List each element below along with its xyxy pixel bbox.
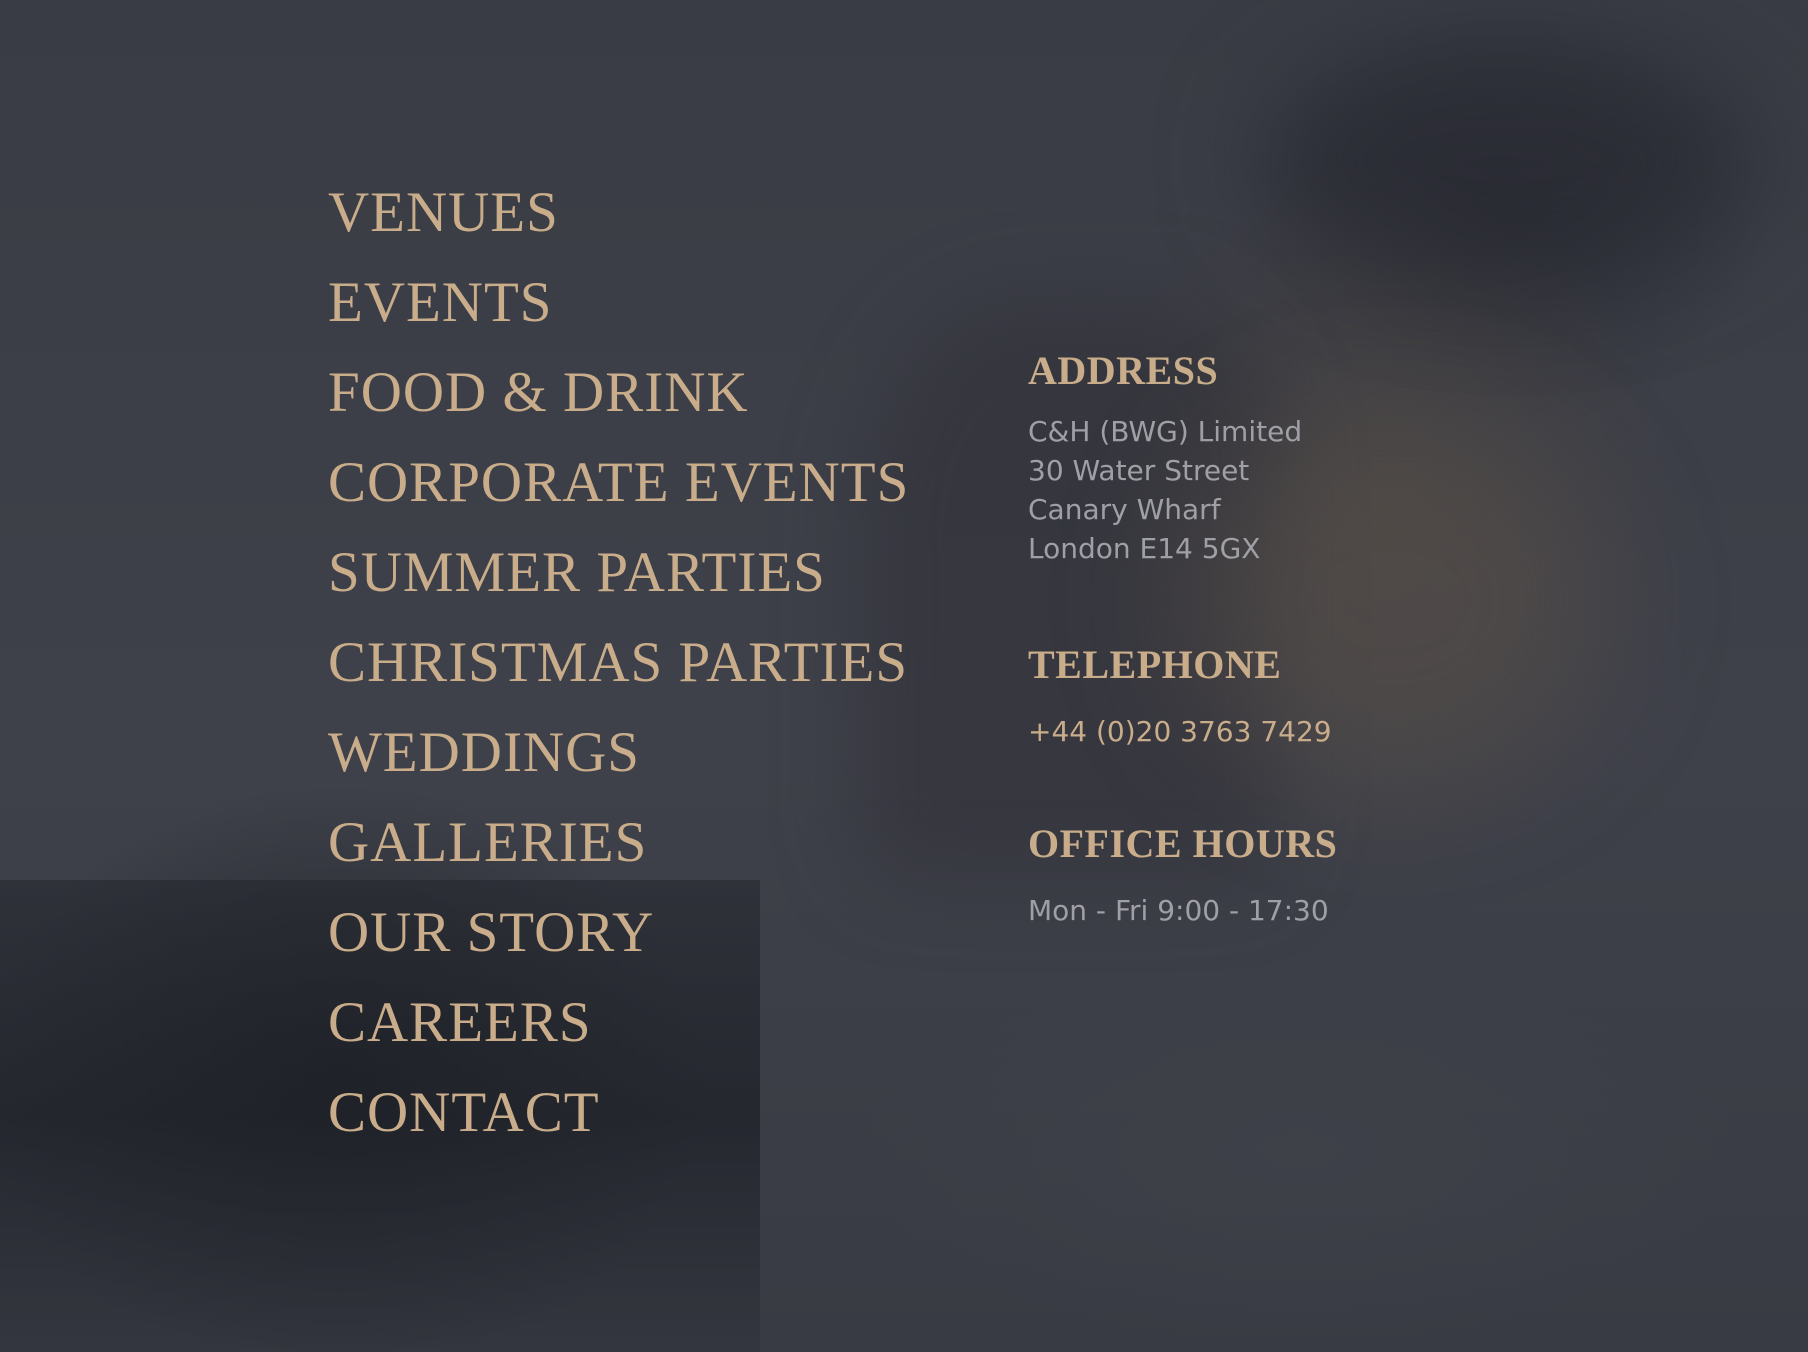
nav-list-item: CONTACT <box>328 1078 909 1168</box>
nav-list-item: VENUES <box>328 178 909 268</box>
nav-item-our-story[interactable]: OUR STORY <box>328 898 909 988</box>
contact-info-panel: ADDRESS C&H (BWG) Limited 30 Water Stree… <box>1028 346 1548 930</box>
office-hours-text: Mon - Fri 9:00 - 17:30 <box>1028 894 1329 927</box>
nav-item-venues[interactable]: VENUES <box>328 178 909 268</box>
nav-item-corporate-events[interactable]: CORPORATE EVENTS <box>328 448 909 538</box>
telephone-link[interactable]: +44 (0)20 3763 7429 <box>1028 712 1548 751</box>
address-block: C&H (BWG) Limited 30 Water Street Canary… <box>1028 412 1548 568</box>
nav-list-item: WEDDINGS <box>328 718 909 808</box>
nav-item-events[interactable]: EVENTS <box>328 268 909 358</box>
background-dark-area <box>1260 40 1760 280</box>
nav-list-item: OUR STORY <box>328 898 909 988</box>
nav-menu: VENUES EVENTS FOOD & DRINK CORPORATE EVE… <box>328 178 909 1168</box>
nav-list-item: CHRISTMAS PARTIES <box>328 628 909 718</box>
nav-list-item: FOOD & DRINK <box>328 358 909 448</box>
telephone-heading: TELEPHONE <box>1028 642 1282 687</box>
nav-list-item: SUMMER PARTIES <box>328 538 909 628</box>
nav-item-weddings[interactable]: WEDDINGS <box>328 718 909 808</box>
nav-item-careers[interactable]: CAREERS <box>328 988 909 1078</box>
nav-list-item: CORPORATE EVENTS <box>328 448 909 538</box>
nav-list-item: CAREERS <box>328 988 909 1078</box>
nav-item-summer-parties[interactable]: SUMMER PARTIES <box>328 538 909 628</box>
address-line-city-postcode: London E14 5GX <box>1028 532 1261 565</box>
office-hours-heading: OFFICE HOURS <box>1028 821 1338 866</box>
address-line-street: 30 Water Street <box>1028 454 1250 487</box>
nav-item-christmas-parties[interactable]: CHRISTMAS PARTIES <box>328 628 909 718</box>
address-line-area: Canary Wharf <box>1028 493 1221 526</box>
nav-item-galleries[interactable]: GALLERIES <box>328 808 909 898</box>
nav-item-contact[interactable]: CONTACT <box>328 1078 909 1168</box>
address-line-company: C&H (BWG) Limited <box>1028 415 1303 448</box>
nav-item-food-drink[interactable]: FOOD & DRINK <box>328 358 909 448</box>
nav-list-item: GALLERIES <box>328 808 909 898</box>
nav-list-item: EVENTS <box>328 268 909 358</box>
address-heading: ADDRESS <box>1028 348 1219 393</box>
